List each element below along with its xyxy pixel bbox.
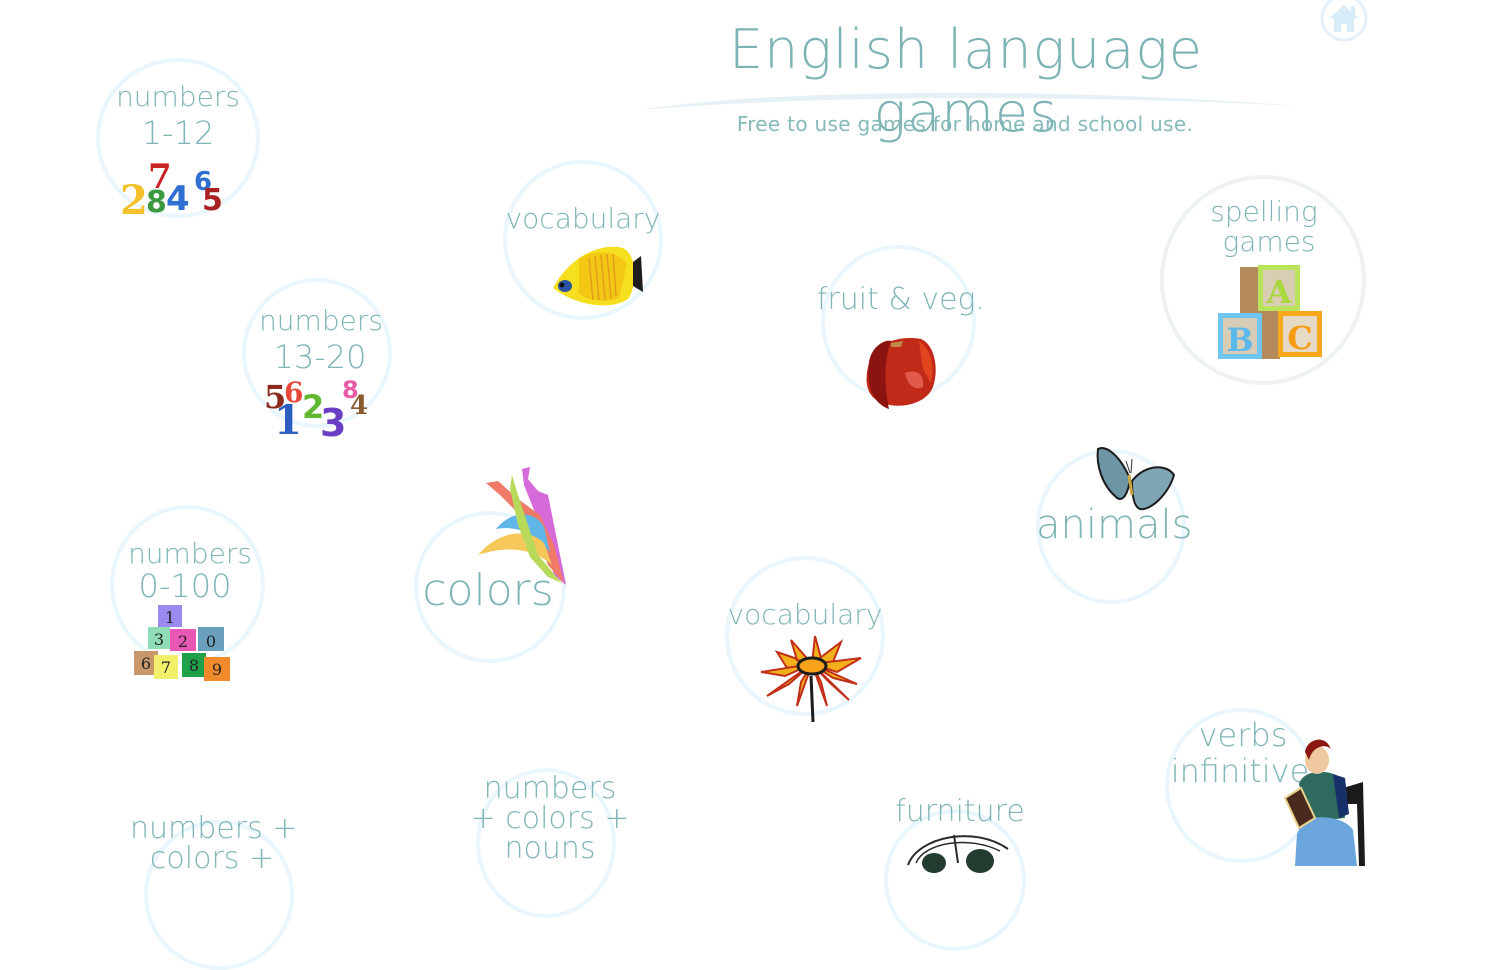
svg-text:8: 8 [189, 656, 199, 675]
tile-label: numbers [259, 304, 383, 337]
svg-text:9: 9 [212, 660, 222, 679]
tile-numbers-13-20[interactable]: numbers 13-20 5 6 1 2 3 8 4 [242, 278, 402, 448]
tile-numbers-1-12[interactable]: numbers 1-12 2 8 7 4 6 5 [96, 56, 266, 226]
svg-text:4: 4 [350, 391, 368, 421]
tile-animals[interactable]: animals [1036, 445, 1196, 610]
svg-text:4: 4 [166, 179, 190, 219]
svg-text:B: B [1226, 321, 1253, 359]
svg-text:3: 3 [154, 630, 164, 649]
tile-label-2: colors + [149, 841, 275, 876]
tile-spelling-games[interactable]: spelling games A B C [1160, 175, 1370, 390]
tile-label: furniture [895, 794, 1025, 829]
abc-blocks-icon: A B C [1218, 265, 1322, 359]
tile-vocabulary-flower[interactable]: vocabulary [725, 556, 890, 724]
svg-text:A: A [1266, 273, 1293, 311]
3d-numbers-icon: 2 8 7 4 6 5 [120, 157, 223, 224]
svg-text:1: 1 [274, 397, 302, 444]
page-subtitle: Free to use games for home and school us… [736, 112, 1194, 136]
tile-label-2: 1-12 [141, 114, 215, 152]
svg-text:C: C [1287, 319, 1312, 357]
svg-text:1: 1 [165, 608, 175, 627]
tile-fruit-veg[interactable]: fruit & veg. [815, 245, 995, 415]
svg-text:7: 7 [161, 658, 171, 677]
tile-label-2: 13-20 [273, 338, 367, 376]
home-button[interactable] [1320, 0, 1368, 44]
tile-label-2: 0-100 [138, 567, 232, 605]
tile-label: fruit & veg. [816, 282, 986, 317]
svg-text:6: 6 [141, 654, 151, 673]
flower-icon [760, 635, 862, 723]
tile-label: numbers [116, 80, 240, 113]
number-blocks-icon: 1 3 2 0 6 7 8 9 [134, 605, 230, 681]
svg-text:0: 0 [206, 632, 216, 651]
apple-icon [866, 338, 936, 409]
svg-text:5: 5 [202, 183, 223, 218]
tile-label: colors [422, 565, 554, 616]
tile-verbs-infinitive[interactable]: verbs infinitive [1165, 706, 1375, 866]
tile-vocabulary-fish[interactable]: vocabulary [503, 160, 668, 325]
tile-label: animals [1036, 502, 1193, 548]
svg-text:2: 2 [120, 177, 148, 224]
tile-label: vocabulary [505, 202, 661, 235]
tile-numbers-colors[interactable]: numbers + colors + [130, 808, 300, 970]
tile-label-2: games [1222, 225, 1316, 258]
tile-label: spelling [1210, 195, 1318, 228]
3d-numbers-icon: 5 6 1 2 3 8 4 [264, 376, 368, 445]
reading-woman-icon [1283, 739, 1365, 866]
tile-numbers-0-100[interactable]: numbers 0-100 1 3 2 0 6 7 8 9 [110, 505, 280, 690]
yellow-fish-icon [553, 246, 643, 306]
svg-text:3: 3 [320, 401, 346, 445]
tile-label: vocabulary [727, 598, 883, 631]
tile-furniture[interactable]: furniture [880, 794, 1040, 951]
svg-text:2: 2 [178, 632, 188, 651]
tile-numbers-colors-nouns[interactable]: numbers + colors + nouns [470, 768, 630, 918]
tile-label: numbers [128, 537, 252, 570]
tile-label-3: nouns [504, 831, 596, 866]
home-icon [1320, 0, 1368, 42]
tile-colors[interactable]: colors [412, 465, 582, 665]
chair-icon [907, 834, 1009, 873]
